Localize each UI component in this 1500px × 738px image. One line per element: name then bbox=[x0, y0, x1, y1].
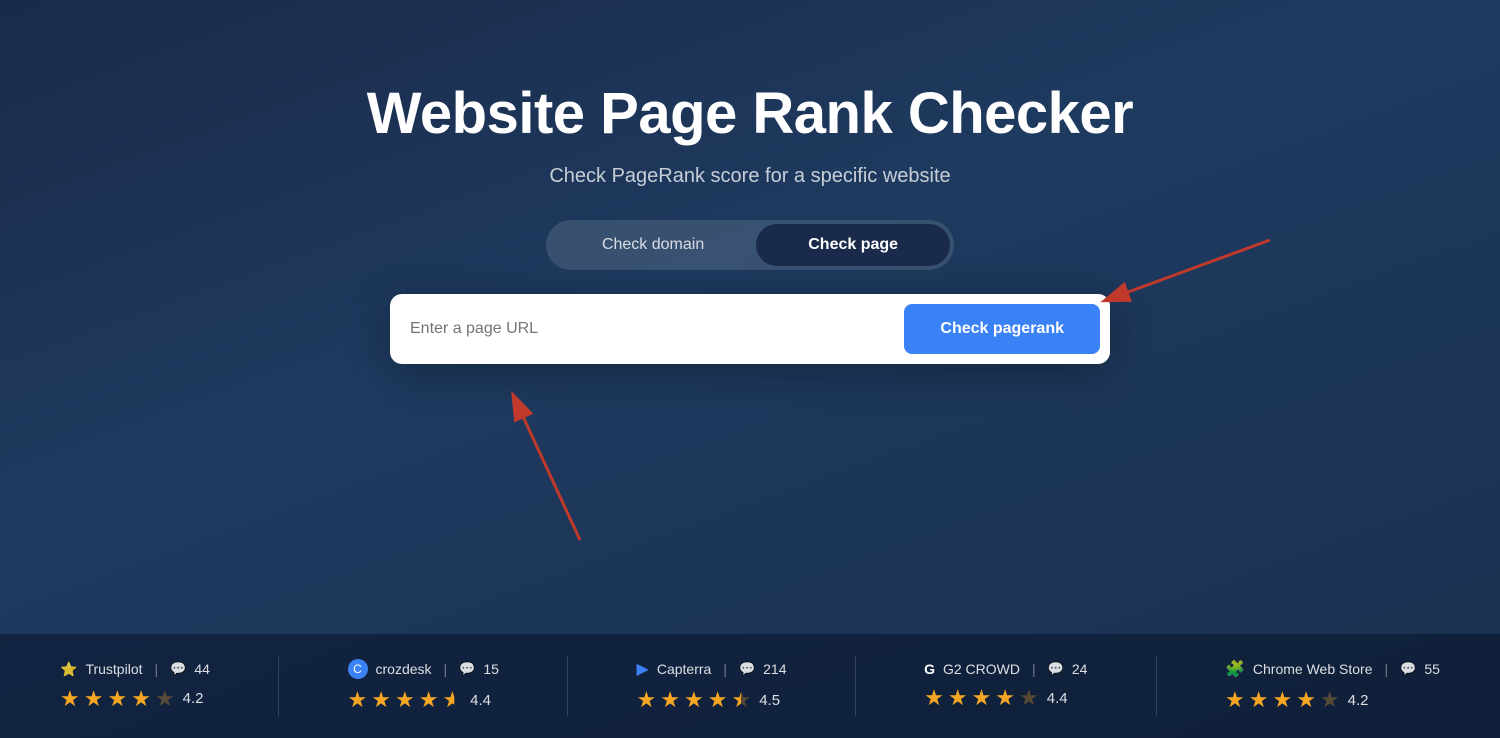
capterra-label: Capterra bbox=[657, 661, 711, 677]
g2crowd-label: G2 CROWD bbox=[943, 661, 1020, 677]
check-pagerank-button[interactable]: Check pagerank bbox=[904, 304, 1100, 354]
crozdesk-icon: C bbox=[348, 659, 368, 679]
crozdesk-review-icon: 💬 bbox=[459, 661, 475, 677]
arrow-to-input bbox=[490, 390, 620, 550]
crozdesk-label: crozdesk bbox=[376, 661, 432, 677]
chrome-stars: ★ ★ ★ ★ ★ 4.2 bbox=[1225, 687, 1369, 713]
page-title: Website Page Rank Checker bbox=[367, 80, 1134, 147]
trustpilot-count: 44 bbox=[194, 661, 210, 677]
rating-chrome: 🧩 Chrome Web Store | 💬 55 ★ ★ ★ ★ ★ 4.2 bbox=[1225, 659, 1440, 713]
rating-capterra: ▶ Capterra | 💬 214 ★ ★ ★ ★ ★ 4.5 bbox=[637, 659, 787, 713]
divider-3 bbox=[855, 656, 856, 716]
g2crowd-review-icon: 💬 bbox=[1048, 661, 1064, 677]
g2crowd-icon: G bbox=[924, 661, 935, 677]
trustpilot-label: Trustpilot bbox=[85, 661, 142, 677]
toggle-check-domain[interactable]: Check domain bbox=[550, 224, 756, 266]
toggle-group: Check domain Check page bbox=[546, 220, 954, 270]
chrome-review-icon: 💬 bbox=[1400, 661, 1416, 677]
trustpilot-icon: ⭐ bbox=[60, 661, 77, 678]
capterra-count: 214 bbox=[763, 661, 786, 677]
rating-crozdesk: C crozdesk | 💬 15 ★ ★ ★ ★ ★ 4.4 bbox=[348, 659, 499, 713]
divider-2 bbox=[567, 656, 568, 716]
crozdesk-stars: ★ ★ ★ ★ ★ 4.4 bbox=[348, 687, 492, 713]
rating-trustpilot: ⭐ Trustpilot | 💬 44 ★ ★ ★ ★ ★ 4.2 bbox=[60, 661, 210, 712]
toggle-check-page[interactable]: Check page bbox=[756, 224, 950, 266]
chrome-label: Chrome Web Store bbox=[1253, 661, 1373, 677]
search-bar: Check pagerank bbox=[390, 294, 1110, 364]
chrome-count: 55 bbox=[1424, 661, 1440, 677]
capterra-icon: ▶ bbox=[637, 659, 649, 679]
divider-4 bbox=[1156, 656, 1157, 716]
ratings-bar: ⭐ Trustpilot | 💬 44 ★ ★ ★ ★ ★ 4.2 C croz… bbox=[0, 634, 1500, 738]
chrome-icon: 🧩 bbox=[1225, 659, 1245, 679]
trustpilot-review-icon: 💬 bbox=[170, 661, 186, 677]
page-subtitle: Check PageRank score for a specific webs… bbox=[549, 165, 950, 188]
trustpilot-stars: ★ ★ ★ ★ ★ 4.2 bbox=[60, 686, 204, 712]
capterra-stars: ★ ★ ★ ★ ★ 4.5 bbox=[637, 687, 781, 713]
divider-1 bbox=[278, 656, 279, 716]
url-input[interactable] bbox=[410, 320, 904, 338]
g2crowd-stars: ★ ★ ★ ★ ★ 4.4 bbox=[924, 685, 1068, 711]
capterra-review-icon: 💬 bbox=[739, 661, 755, 677]
g2crowd-count: 24 bbox=[1072, 661, 1088, 677]
rating-g2crowd: G G2 CROWD | 💬 24 ★ ★ ★ ★ ★ 4.4 bbox=[924, 661, 1087, 711]
arrow-to-check-page bbox=[1060, 230, 1280, 310]
crozdesk-count: 15 bbox=[483, 661, 499, 677]
